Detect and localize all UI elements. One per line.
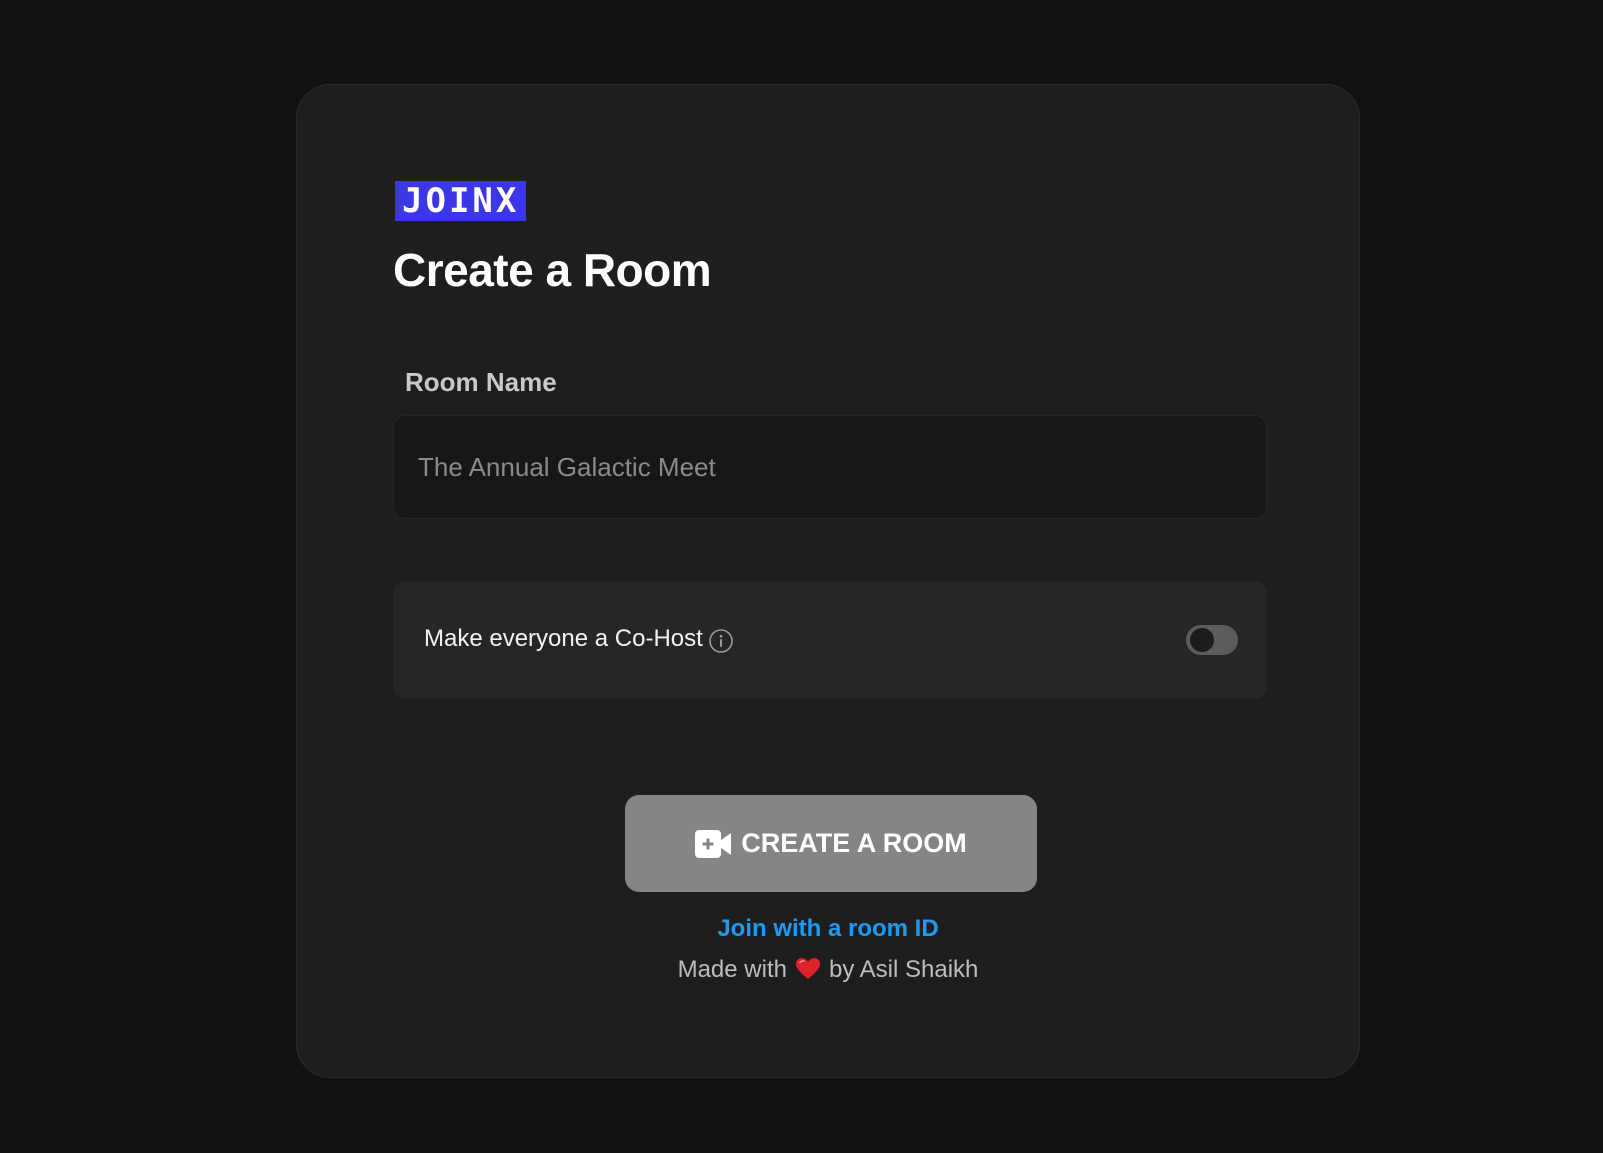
cohost-label: Make everyone a Co-Host	[424, 625, 703, 652]
info-icon[interactable]	[708, 628, 734, 654]
footer-suffix: by Asil Shaikh	[828, 956, 979, 983]
room-name-input[interactable]	[393, 415, 1267, 519]
create-room-button[interactable]: CREATE A ROOM	[625, 795, 1037, 892]
toggle-knob	[1190, 628, 1214, 652]
heart-icon	[795, 958, 820, 979]
cohost-toggle[interactable]	[1186, 625, 1238, 655]
footer-prefix: Made with	[677, 956, 787, 983]
video-plus-icon	[695, 829, 732, 858]
room-name-label: Room Name	[405, 367, 557, 397]
cohost-setting-row: Make everyone a Co-Host	[393, 581, 1267, 699]
footer-credit: Made with by Asil Shaikh	[297, 956, 1359, 985]
create-room-label: CREATE A ROOM	[741, 828, 967, 858]
create-room-card: JOINX Create a Room Room Name Make every…	[296, 84, 1360, 1078]
joinx-logo: JOINX	[395, 181, 527, 221]
join-with-room-id-link[interactable]: Join with a room ID	[297, 915, 1359, 944]
page-title: Create a Room	[393, 244, 712, 296]
